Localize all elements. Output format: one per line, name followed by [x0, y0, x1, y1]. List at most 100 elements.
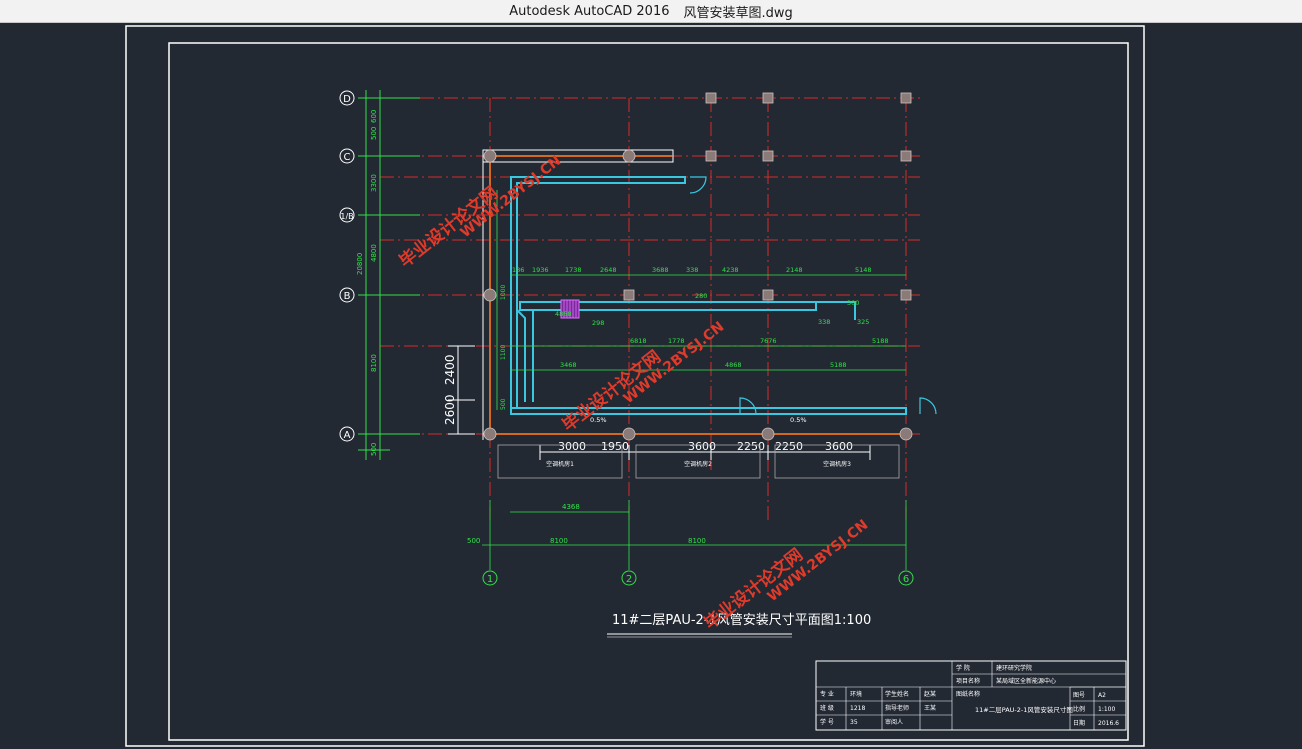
internal-dim-lines [496, 190, 906, 410]
left-dimension-text: 500 600 3300 4800 20800 8100 500 [356, 110, 378, 456]
tb-date-value: 2016.6 [1098, 720, 1119, 727]
tb-date-label: 日期 [1073, 719, 1085, 727]
tb-major-label: 专 业 [820, 690, 834, 698]
svg-text:1738: 1738 [565, 266, 582, 274]
dim-500: 500 [370, 127, 378, 140]
tb-class-value: 1218 [850, 705, 865, 712]
dim-20800: 20800 [356, 253, 364, 275]
tb-school-label: 学 院 [956, 664, 970, 672]
svg-text:0.5%: 0.5% [790, 416, 807, 424]
svg-text:空调机房1: 空调机房1 [546, 460, 574, 468]
svg-text:6: 6 [903, 574, 909, 585]
svg-text:4238: 4238 [722, 266, 739, 274]
row-bubble-b[interactable]: B [339, 287, 355, 303]
tb-scale-value: 1:100 [1098, 706, 1115, 713]
row-bubble-a[interactable]: A [339, 426, 355, 442]
svg-text:空调机房3: 空调机房3 [823, 460, 851, 468]
column-bubble-1[interactable]: 1 [482, 570, 498, 586]
room-labels: 空调机房1 空调机房2 空调机房3 [546, 460, 851, 468]
svg-text:280: 280 [695, 292, 707, 300]
svg-text:1: 1 [487, 574, 493, 585]
svg-text:D: D [343, 94, 351, 105]
svg-text:500: 500 [500, 398, 507, 410]
tb-major-value: 环境 [850, 690, 862, 698]
svg-text:5148: 5148 [855, 266, 872, 274]
column-bubble-6[interactable]: 6 [898, 570, 914, 586]
tb-scale-label: 比例 [1073, 705, 1085, 713]
svg-text:空调机房2: 空调机房2 [684, 460, 712, 468]
svg-text:2648: 2648 [600, 266, 617, 274]
svg-text:1100: 1100 [500, 345, 507, 360]
svg-text:3688: 3688 [652, 266, 669, 274]
tb-id-label: 学 号 [820, 718, 834, 726]
svg-text:8100: 8100 [688, 537, 706, 545]
column-bubble-2[interactable]: 2 [621, 570, 637, 586]
dim-4800: 4800 [370, 244, 378, 262]
svg-text:4368: 4368 [562, 503, 580, 511]
row-bubble-1b[interactable]: 1/B [339, 207, 355, 223]
svg-text:325: 325 [857, 318, 869, 326]
svg-text:2250: 2250 [775, 440, 803, 453]
svg-text:3468: 3468 [560, 361, 577, 369]
svg-text:1/B: 1/B [340, 212, 353, 221]
file-name: 风管安装草图.dwg [683, 5, 793, 21]
dim-8100: 8100 [370, 354, 378, 372]
tb-student-value: 赵某 [924, 690, 936, 698]
svg-text:338: 338 [818, 318, 830, 326]
watermark-cn-1: 毕业设计论文网 [395, 182, 502, 272]
svg-text:1000: 1000 [500, 285, 507, 300]
tb-teacher-label: 指导老师 [885, 704, 909, 712]
svg-text:1778: 1778 [668, 337, 685, 345]
svg-text:8100: 8100 [550, 537, 568, 545]
svg-text:1936: 1936 [532, 266, 549, 274]
svg-text:C: C [344, 152, 351, 163]
svg-text:3000: 3000 [558, 440, 586, 453]
dim-2600: 2600 [443, 394, 457, 425]
window-title-bar: Autodesk AutoCAD 2016 风管安装草图.dwg [0, 0, 1302, 23]
cad-drawing[interactable]: 500 600 3300 4800 20800 8100 500 D C 1/B… [0, 23, 1302, 749]
tb-id-value: 35 [850, 719, 858, 726]
svg-text:3600: 3600 [825, 440, 853, 453]
tb-school-value: 建环研究学院 [996, 664, 1032, 672]
column-bubbles: 1 2 6 [482, 570, 914, 586]
left-dimension-chain [358, 90, 420, 460]
svg-text:338: 338 [686, 266, 698, 274]
tb-drawing-name-label: 图纸名称 [956, 690, 980, 698]
drawing-title: 11#二层PAU-2-1风管安装尺寸平面图1:100 [612, 613, 871, 628]
tb-teacher-value: 王某 [924, 705, 936, 712]
dim-3300: 3300 [370, 174, 378, 192]
tb-class-label: 班 级 [820, 704, 834, 712]
svg-text:6818: 6818 [630, 337, 647, 345]
svg-text:7676: 7676 [760, 337, 777, 345]
row-bubble-d[interactable]: D [339, 90, 355, 106]
top-run-dims: 186 1936 1738 2648 3688 338 4238 2148 51… [512, 266, 872, 274]
lower-run-dims: 3468 4868 5188 [560, 361, 847, 369]
svg-text:500: 500 [467, 537, 480, 545]
misc-vertical-dims: 1000 500 1100 [500, 285, 507, 410]
bottom-dims-large: 3000 1950 3600 2250 2250 3600 [558, 440, 853, 453]
tb-project-value: 某局域区全新能源中心 [996, 677, 1056, 685]
title-block: 学 院 建环研究学院 项目名称 某局域区全新能源中心 图纸名称 11#二层PAU… [815, 660, 1127, 731]
svg-text:4868: 4868 [555, 310, 572, 318]
tb-drawing-name-value: 11#二层PAU-2-1风管安装尺寸图 [975, 705, 1073, 714]
svg-text:186: 186 [512, 266, 524, 274]
dim-2400: 2400 [443, 354, 457, 385]
svg-text:5188: 5188 [830, 361, 847, 369]
lower-dims: 4368 500 8100 8100 [467, 503, 706, 545]
dim-600: 600 [370, 110, 378, 123]
svg-text:1950: 1950 [601, 440, 629, 453]
svg-text:5188: 5188 [872, 337, 889, 345]
drawing-canvas[interactable]: 500 600 3300 4800 20800 8100 500 D C 1/B… [0, 23, 1302, 749]
tb-project-label: 项目名称 [956, 677, 980, 685]
dim-500-bottom: 500 [370, 443, 378, 456]
svg-text:300: 300 [847, 299, 859, 307]
svg-text:B: B [344, 291, 351, 302]
svg-text:3600: 3600 [688, 440, 716, 453]
row-bubbles: D C 1/B B A [339, 90, 355, 442]
svg-text:2148: 2148 [786, 266, 803, 274]
svg-text:4868: 4868 [725, 361, 742, 369]
svg-text:2: 2 [626, 574, 632, 585]
watermark-group: 毕业设计论文网 WWW.2BYSJ.CN 毕业设计论文网 WWW.2BYSJ.C… [395, 153, 871, 634]
row-bubble-c[interactable]: C [339, 148, 355, 164]
middle-run-dims: 6818 1778 7676 5188 [630, 337, 889, 345]
